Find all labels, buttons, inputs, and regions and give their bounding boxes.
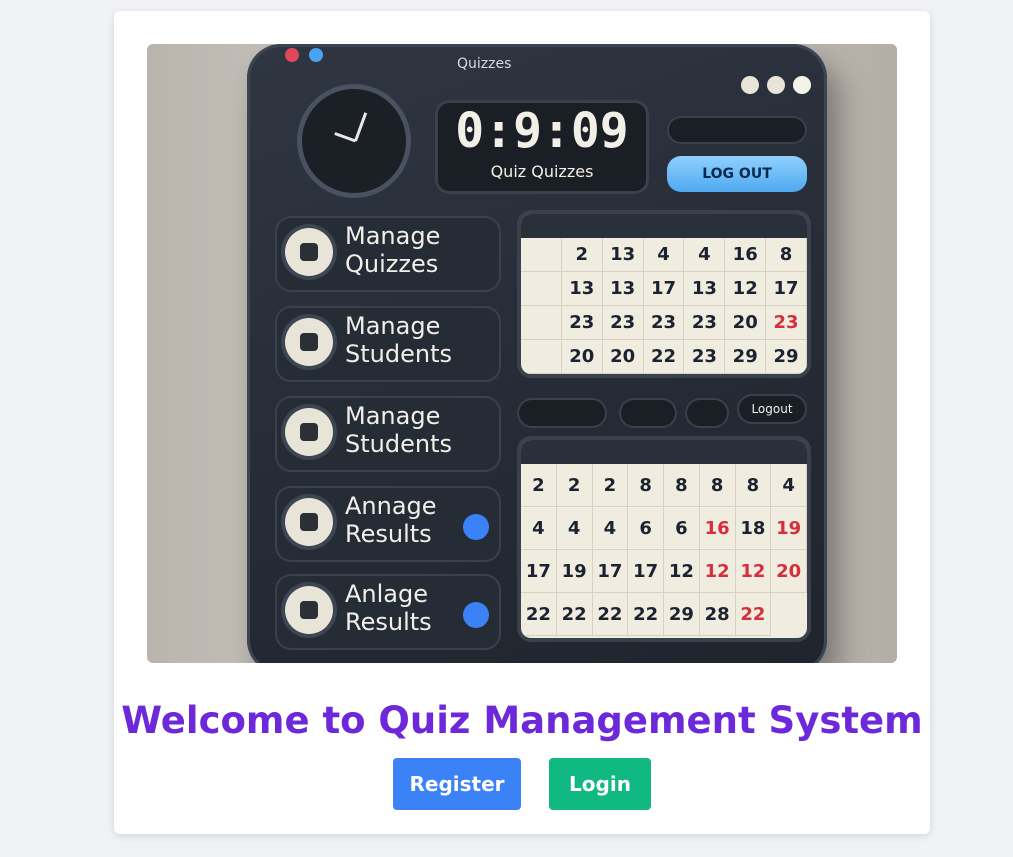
calendar-cell: 19: [771, 507, 807, 550]
calendar-cell: 4: [684, 238, 726, 272]
calendar-cell: 13: [602, 272, 644, 306]
results-icon: [285, 498, 333, 546]
calendar-cell: 12: [664, 550, 700, 593]
calendar-cell: 4: [643, 238, 685, 272]
students-icon: [285, 318, 333, 366]
calendar-cell: 23: [766, 306, 807, 340]
hero-menu-item: Manage Students: [275, 396, 501, 472]
hero-menu-item: Manage Quizzes: [275, 216, 501, 292]
calendar-cell: 20: [771, 550, 807, 593]
calendar-cell: 12: [699, 550, 736, 593]
calendar-cell: 23: [561, 306, 603, 340]
calendar-cell: 22: [592, 593, 629, 636]
calendar-cell: 29: [766, 340, 807, 374]
control-knob-icon: [741, 76, 759, 94]
calendar-cell: 12: [725, 272, 767, 306]
window-dot-blue-icon: [309, 48, 323, 62]
calendar-cell: 18: [735, 507, 772, 550]
calendar-cell: [521, 238, 562, 272]
calendar-cell: 6: [628, 507, 664, 550]
calendar-cell: 4: [556, 507, 593, 550]
calendar-cell: 22: [556, 593, 593, 636]
hero-pill: [517, 398, 607, 428]
results-icon: [285, 586, 333, 634]
timer-value: 0:9:09: [455, 103, 629, 159]
calendar-cell: 23: [684, 306, 726, 340]
calendar-cell: 2: [592, 464, 629, 507]
control-knob-icon: [793, 76, 811, 94]
calendar-cell: 17: [766, 272, 807, 306]
calendar-cell: 6: [664, 507, 700, 550]
control-knob-icon: [767, 76, 785, 94]
calendar-cell: 13: [684, 272, 726, 306]
calendar-cell: 13: [561, 272, 603, 306]
calendar-cell: 2: [561, 238, 603, 272]
calendar-cell: [521, 272, 562, 306]
calendar-cell: 20: [561, 340, 603, 374]
register-button[interactable]: Register: [393, 758, 521, 810]
timer-display: 0:9:09 Quiz Quizzes: [435, 100, 649, 194]
camera-icon: [285, 228, 333, 276]
calendar-cell: 8: [664, 464, 700, 507]
calendar-cell: 12: [735, 550, 772, 593]
calendar-cell: 23: [602, 306, 644, 340]
calendar-cell: [521, 340, 562, 374]
calendar-cell: 17: [628, 550, 664, 593]
calendar-cell: 20: [725, 306, 767, 340]
calendar-cell: 16: [699, 507, 736, 550]
calendar-cell: 2: [556, 464, 593, 507]
calendar-cell: 8: [699, 464, 736, 507]
hero-logout-label: LOG OUT: [667, 156, 807, 192]
calendar-cell: 29: [725, 340, 767, 374]
hero-logout-pill: Logout: [737, 394, 807, 424]
calendar-cell: 23: [684, 340, 726, 374]
welcome-card: Quizzes 0:9:09 Quiz Quizzes LOG OUT Mana…: [114, 11, 930, 834]
calendar-cell: 2: [521, 464, 557, 507]
calendar-cell: 17: [643, 272, 685, 306]
calendar-cell: 8: [766, 238, 807, 272]
hero-calendar-top: 2 13 4 4 16 8 13 13 17 13 12 17 23 23 23 23 20 23 20 20 22 23…: [521, 214, 807, 374]
hero-device-illustration: Quizzes 0:9:09 Quiz Quizzes LOG OUT Mana…: [247, 44, 827, 663]
blue-badge-icon: [463, 514, 489, 540]
hero-pill: [685, 398, 729, 428]
students-icon: [285, 408, 333, 456]
page-title: Welcome to Quiz Management System: [121, 699, 923, 742]
status-pill: [667, 116, 807, 144]
hero-window-title: Quizzes: [457, 56, 512, 72]
calendar-cell: 20: [602, 340, 644, 374]
calendar-cell: 19: [556, 550, 593, 593]
calendar-cell: 22: [521, 593, 557, 636]
calendar-cell: [521, 306, 562, 340]
calendar-cell: 23: [643, 306, 685, 340]
calendar-cell: 16: [725, 238, 767, 272]
hero-menu-item: Annage Results: [275, 486, 501, 562]
calendar-cell: 17: [521, 550, 557, 593]
timer-caption: Quiz Quizzes: [490, 162, 594, 181]
calendar-cell: 22: [643, 340, 685, 374]
clock-icon: [297, 84, 411, 198]
calendar-cell: 8: [628, 464, 664, 507]
calendar-cell: 22: [628, 593, 664, 636]
calendar-cell: 29: [664, 593, 700, 636]
calendar-cell: 13: [602, 238, 644, 272]
hero-pill: [619, 398, 677, 428]
hero-menu-item: Anlage Results: [275, 574, 501, 650]
calendar-cell: 22: [735, 593, 772, 636]
calendar-cell: 17: [592, 550, 629, 593]
hero-menu-item: Manage Students: [275, 306, 501, 382]
window-dot-red-icon: [285, 48, 299, 62]
hero-image: Quizzes 0:9:09 Quiz Quizzes LOG OUT Mana…: [147, 44, 897, 663]
calendar-cell: 4: [771, 464, 807, 507]
calendar-cell: 28: [699, 593, 736, 636]
calendar-cell: 4: [592, 507, 629, 550]
blue-badge-icon: [463, 602, 489, 628]
calendar-cell: 4: [521, 507, 557, 550]
hero-calendar-bottom: 2 2 2 8 8 8 8 4 4 4 4 6 6 16 18 19 17 19 17 17 12 12 12 20 22 22 2…: [521, 440, 807, 638]
calendar-cell: 8: [735, 464, 772, 507]
login-button[interactable]: Login: [549, 758, 651, 810]
